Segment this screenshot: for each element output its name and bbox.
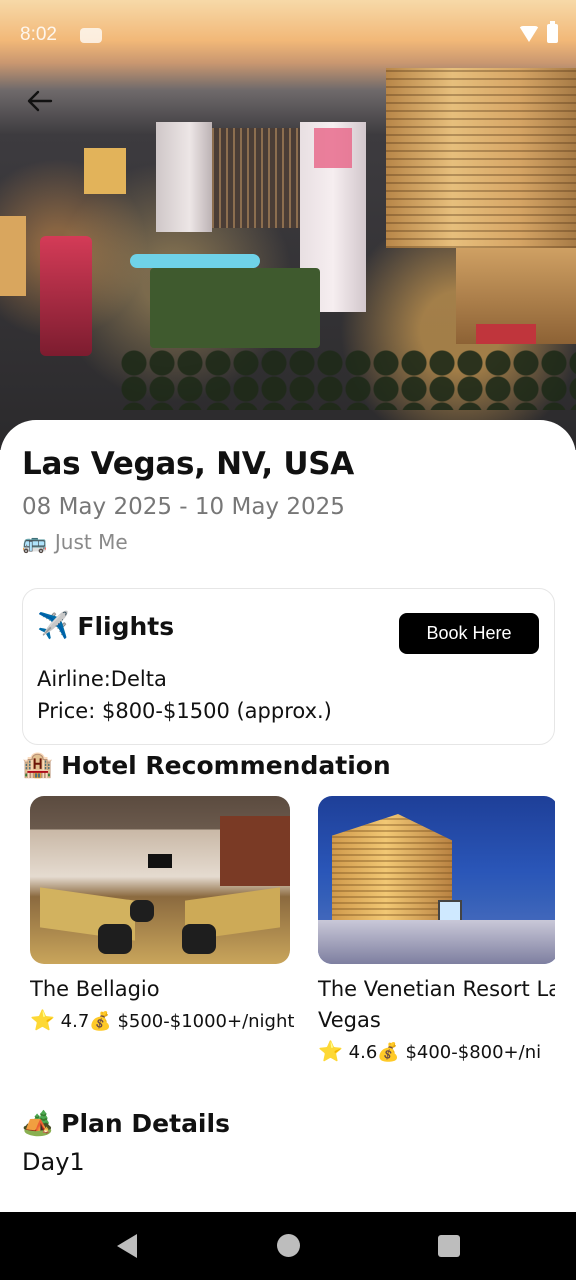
hotel-name: The Bellagio (30, 977, 160, 1001)
hotel-card[interactable]: The Bellagio ⭐ 4.7💰 $500-$1000+/night (30, 796, 295, 1037)
camping-icon: 🏕️ (22, 1108, 54, 1137)
hotel-meta: ⭐ 4.7💰 $500-$1000+/night (30, 1005, 295, 1037)
hotel-card[interactable]: The Venetian Resort Las Vegas ⭐ 4.6💰 $40… (318, 796, 555, 1068)
photo-stool (130, 900, 154, 922)
flight-airline: Airline:Delta (37, 667, 167, 691)
hotel-rating: 4.7 (60, 1011, 90, 1032)
hero-trees (120, 350, 576, 410)
arrow-left-icon (27, 90, 53, 112)
nav-recents-icon[interactable] (438, 1235, 460, 1257)
hotel-carousel[interactable]: The Bellagio ⭐ 4.7💰 $500-$1000+/night Th… (30, 796, 555, 1086)
flight-price: Price: $800-$1500 (approx.) (37, 699, 332, 723)
hotel-rating: 4.6 (348, 1042, 378, 1063)
photo-base (318, 920, 555, 964)
hotel-meta: ⭐ 4.6💰 $400-$800+/ni (318, 1036, 555, 1068)
photo-tv (148, 854, 172, 868)
travelers-row: 🚌 Just Me (22, 530, 128, 554)
hero-building (212, 128, 302, 228)
hero-palace (456, 248, 576, 344)
photo-stool (182, 924, 216, 954)
nav-back-icon[interactable] (117, 1234, 137, 1258)
photo-stool (98, 924, 132, 954)
status-time: 8:02 (20, 24, 57, 45)
battery-icon (547, 21, 558, 43)
trip-details-panel: Las Vegas, NV, USA 08 May 2025 - 10 May … (0, 420, 576, 1214)
plan-section-title: Plan Details (61, 1108, 230, 1138)
wifi-icon (519, 25, 539, 42)
hotel-section-title: Hotel Recommendation (61, 750, 391, 780)
hero-sign-tower (40, 236, 92, 356)
hotel-price: $500-$1000+/night (117, 1011, 295, 1032)
hero-building (0, 216, 26, 296)
trip-location-title: Las Vegas, NV, USA (22, 446, 354, 482)
book-flight-button[interactable]: Book Here (399, 613, 539, 654)
hotel-photo (30, 796, 290, 964)
flights-title: Flights (77, 611, 175, 641)
hero-park (150, 268, 320, 348)
hero-building (156, 122, 212, 232)
star-icon: ⭐ (318, 1039, 343, 1063)
hotel-icon: 🏨 (22, 750, 54, 779)
hotel-section-heading: 🏨 Hotel Recommendation (22, 750, 391, 780)
hotel-price: $400-$800+/ni (405, 1042, 542, 1063)
system-nav-bar (0, 1212, 576, 1280)
plan-day-label: Day1 (22, 1148, 85, 1176)
star-icon: ⭐ (30, 1008, 55, 1032)
money-bag-icon: 💰 (89, 1011, 112, 1032)
nav-home-icon[interactable] (277, 1234, 300, 1257)
money-bag-icon: 💰 (377, 1042, 400, 1063)
youtube-icon (80, 28, 102, 43)
photo-tower (332, 814, 452, 934)
hero-building (84, 148, 126, 194)
airplane-icon: ✈️ (37, 611, 70, 641)
hero-pool (130, 254, 260, 268)
back-button[interactable] (24, 86, 56, 116)
hotel-photo (318, 796, 555, 964)
trip-dates: 08 May 2025 - 10 May 2025 (22, 494, 345, 520)
hero-building (386, 68, 576, 248)
photo-wall (220, 816, 290, 886)
hero-image: 8:02 (0, 0, 576, 450)
status-icons (519, 21, 558, 43)
flights-card: ✈️ Flights Book Here Airline:Delta Price… (22, 588, 555, 745)
plan-section-heading: 🏕️ Plan Details (22, 1108, 230, 1138)
travelers-label: Just Me (54, 530, 128, 554)
bus-icon: 🚌 (22, 530, 47, 554)
hotel-name: The Venetian Resort Las Vegas (318, 977, 555, 1032)
flights-heading: ✈️ Flights (37, 611, 174, 641)
